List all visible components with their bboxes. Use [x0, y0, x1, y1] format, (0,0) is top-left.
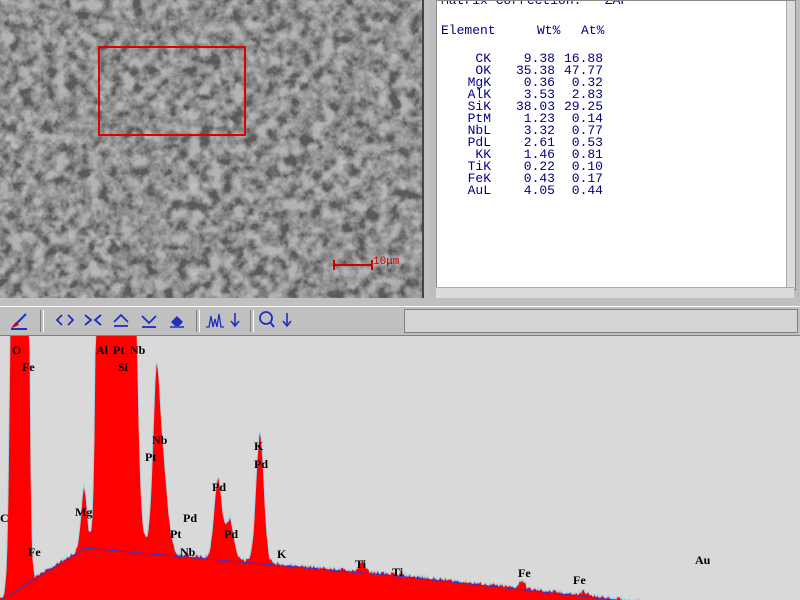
compress-horizontal-icon[interactable]: [82, 310, 104, 330]
eraser-icon[interactable]: [166, 310, 188, 330]
peak-label: Pt: [113, 343, 124, 357]
expand-horizontal-icon[interactable]: [54, 310, 76, 330]
header-element: Element: [441, 23, 496, 38]
peak-label: Nb: [180, 545, 196, 559]
horizontal-scrollbar[interactable]: [436, 287, 794, 298]
peak-label: Pd: [254, 457, 268, 471]
toolbar-separator: [250, 310, 254, 332]
quant-results-panel: Matrix Correction: ZAF Element Wt% At% C…: [436, 0, 796, 290]
peak-label: K: [277, 547, 287, 561]
arrow-down-icon[interactable]: [280, 310, 294, 330]
status-field: [404, 309, 798, 333]
peak-label: O: [12, 343, 21, 357]
spectrum-fill: [0, 336, 800, 600]
cell-wt: 4.05: [523, 183, 555, 198]
peak-label: Au: [695, 553, 711, 567]
table-row: AuL 4.05 0.44: [441, 183, 611, 198]
peak-label: Pd: [212, 480, 226, 494]
peak-label: Fe: [518, 566, 531, 580]
peak-label: Fe: [22, 360, 35, 374]
broom-icon[interactable]: [8, 310, 30, 330]
peak-label: Al: [96, 343, 109, 357]
peak-label-icon[interactable]: [204, 310, 226, 330]
peak-label: Nb: [152, 433, 168, 447]
toolbar-separator: [196, 310, 200, 332]
sem-micrograph: 10μm: [0, 0, 424, 298]
scale-down-icon[interactable]: [138, 310, 160, 330]
zoom-icon[interactable]: [258, 310, 276, 330]
cell-at: 0.44: [571, 183, 603, 198]
peak-label: C: [0, 511, 9, 525]
peak-label: Pd: [224, 527, 238, 541]
peak-label: Pt: [170, 527, 181, 541]
matrix-correction-title: Matrix Correction: ZAF: [441, 0, 629, 8]
peak-label: Pt: [145, 450, 156, 464]
scale-up-icon[interactable]: [110, 310, 132, 330]
eds-spectrum: O Fe Al Pt Nb Si Nb Pt Mg Pd Pt Pd Nb K Pd Pd K C Fe Ti Ti Fe…: [0, 336, 800, 600]
peak-label: Nb: [130, 343, 146, 357]
toolbar-separator: [40, 310, 44, 332]
quant-results-pane: Matrix Correction: ZAF Element Wt% At% C…: [430, 0, 800, 298]
spectrum-toolbar: [0, 306, 800, 336]
peak-label: K: [254, 439, 264, 453]
peak-label: Mg: [75, 505, 92, 519]
arrow-down-icon[interactable]: [228, 310, 242, 330]
peak-label: Ti: [392, 565, 404, 579]
vertical-scrollbar[interactable]: [786, 1, 795, 289]
spectrum-plot: OFeAl Pt NbSiNbPtMg PdPtPdNbKPdPdKCFeTiTi Fe…: [0, 336, 800, 600]
micrograph-image: [0, 0, 422, 298]
peak-label: Fe: [28, 545, 41, 559]
header-at: At%: [581, 23, 605, 38]
scale-bar-label: 10μm: [373, 256, 400, 268]
peak-label: Si: [118, 360, 129, 374]
cell-element: AuL: [467, 183, 491, 198]
peak-label: Pd: [183, 511, 197, 525]
header-wt: Wt%: [537, 23, 561, 38]
peak-label: Fe: [573, 573, 586, 587]
peak-label: Ti: [355, 557, 367, 571]
